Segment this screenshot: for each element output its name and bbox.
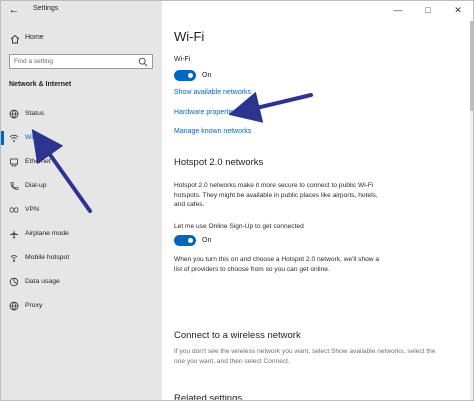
minimize-button[interactable]: — <box>391 3 405 17</box>
maximize-button[interactable]: □ <box>421 3 435 17</box>
sidebar-item-dialup[interactable]: Dial-up <box>1 177 162 195</box>
connect-description-line: If you don't see the wireless network yo… <box>174 348 436 355</box>
sidebar-item-airplane[interactable]: Airplane mode <box>1 225 162 243</box>
signup-note-line: When you turn this on and choose a Hotsp… <box>174 256 380 263</box>
online-signup-label: Let me use Online Sign-Up to get connect… <box>174 223 304 230</box>
hotspot-description-line: and cafes. <box>174 201 205 208</box>
sidebar-item-mobile-hotspot[interactable]: Mobile hotspot <box>1 249 162 267</box>
search-icon[interactable] <box>138 57 148 67</box>
vpn-icon <box>9 207 19 213</box>
sidebar-item-wifi[interactable]: Wi-Fi <box>1 129 162 147</box>
search-placeholder: Find a setting <box>14 58 54 65</box>
sidebar-item-label: Dial-up <box>25 182 47 189</box>
page-title: Wi-Fi <box>174 29 205 44</box>
ethernet-icon <box>10 158 18 167</box>
connect-section-title: Connect to a wireless network <box>174 330 301 341</box>
sidebar-item-vpn[interactable]: VPN <box>1 201 162 219</box>
home-icon <box>10 34 20 44</box>
content-pane: — □ ✕ Wi-Fi Wi-Fi On Show available netw… <box>162 1 473 401</box>
wifi-label: Wi-Fi <box>174 56 191 63</box>
sidebar-item-label: Status <box>25 110 45 117</box>
sidebar-item-label: Wi-Fi <box>25 134 41 141</box>
wifi-toggle-state: On <box>202 72 212 79</box>
globe-icon <box>9 109 19 119</box>
hotspot-description-line: hotspots. They might be available in pub… <box>174 191 378 199</box>
airplane-icon <box>10 229 18 239</box>
title-bar: ← Settings <box>1 1 162 21</box>
sidebar-home-label: Home <box>25 34 44 41</box>
sidebar-item-status[interactable]: Status <box>1 105 162 123</box>
window-controls: — □ ✕ <box>385 1 473 19</box>
sidebar-item-label: Proxy <box>25 302 43 309</box>
wifi-icon <box>9 134 19 142</box>
hotspot-description-line: Hotspot 2.0 networks make it more secure… <box>174 182 374 189</box>
sidebar: ← Settings Home Find a setting Network &… <box>1 1 162 400</box>
settings-window: ← Settings Home Find a setting Network &… <box>0 0 474 401</box>
scrollbar-thumb[interactable] <box>470 21 473 111</box>
phone-icon <box>10 182 19 190</box>
close-button[interactable]: ✕ <box>451 3 465 17</box>
related-settings-title: Related settings <box>174 393 243 401</box>
sidebar-item-label: Data usage <box>25 278 60 285</box>
hardware-properties-link[interactable]: Hardware properties <box>174 109 237 116</box>
sidebar-item-proxy[interactable]: Proxy <box>1 297 162 315</box>
online-signup-toggle-state: On <box>202 237 212 244</box>
data-usage-icon <box>9 277 19 287</box>
section-title: Network & Internet <box>9 81 72 88</box>
hotspot-section-title: Hotspot 2.0 networks <box>174 157 264 168</box>
sidebar-item-label: Airplane mode <box>25 230 69 237</box>
show-available-networks-link[interactable]: Show available networks <box>174 89 251 96</box>
connect-description-line: one you want, and then select Connect. <box>174 357 290 365</box>
sidebar-item-ethernet[interactable]: Ethernet <box>1 153 162 171</box>
sidebar-item-label: Mobile hotspot <box>25 254 70 261</box>
wifi-toggle[interactable] <box>174 70 196 81</box>
manage-known-networks-link[interactable]: Manage known networks <box>174 128 251 135</box>
app-title: Settings <box>33 5 59 12</box>
online-signup-toggle[interactable] <box>174 235 196 246</box>
sidebar-item-label: VPN <box>25 206 39 213</box>
search-input[interactable]: Find a setting <box>9 54 153 69</box>
signup-note-line: list of providers to choose from so you … <box>174 265 330 273</box>
sidebar-home[interactable]: Home <box>1 31 162 47</box>
sidebar-item-label: Ethernet <box>25 158 51 165</box>
globe-icon <box>9 301 19 311</box>
hotspot-icon <box>10 255 18 262</box>
back-arrow-icon[interactable]: ← <box>7 3 21 17</box>
sidebar-item-data-usage[interactable]: Data usage <box>1 273 162 291</box>
